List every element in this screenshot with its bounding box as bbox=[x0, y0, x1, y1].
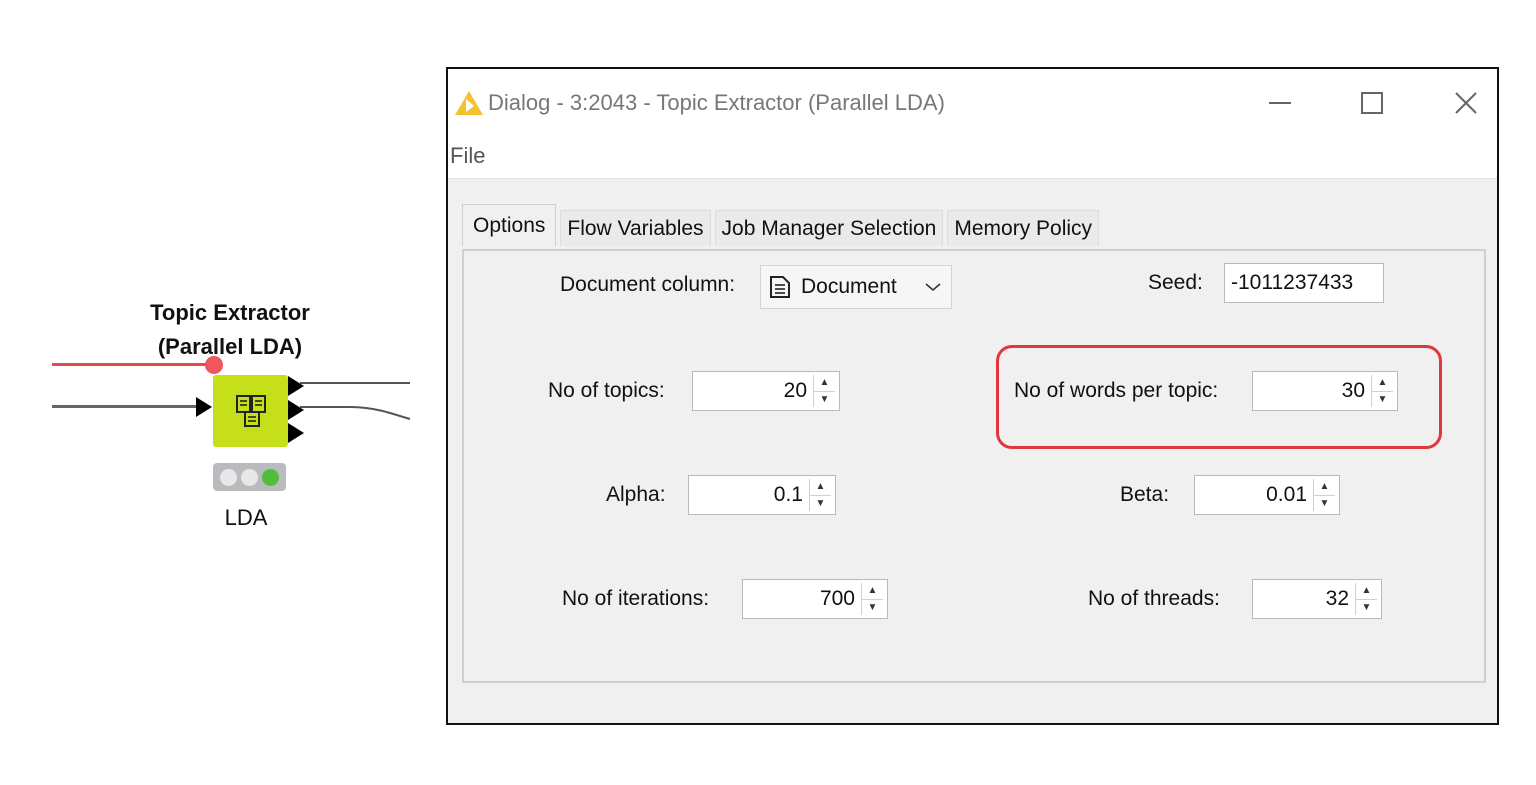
document-column-select[interactable]: Document bbox=[760, 265, 952, 309]
beta-label: Beta: bbox=[1120, 483, 1170, 506]
threads-label: No of threads: bbox=[1088, 587, 1220, 610]
alpha-label: Alpha: bbox=[606, 483, 666, 506]
output-port-3[interactable] bbox=[288, 423, 304, 443]
status-light-yellow bbox=[241, 468, 258, 486]
close-button[interactable] bbox=[1436, 83, 1496, 123]
spin-down-icon[interactable]: ▼ bbox=[862, 598, 883, 616]
input-port[interactable] bbox=[196, 397, 212, 417]
alpha-spinner[interactable]: 0.1 ▲ ▼ bbox=[688, 475, 836, 515]
input-connection-red[interactable] bbox=[52, 363, 214, 366]
beta-spin-buttons[interactable]: ▲ ▼ bbox=[1313, 479, 1335, 511]
iterations-spin-buttons[interactable]: ▲ ▼ bbox=[861, 583, 883, 615]
spin-up-icon[interactable]: ▲ bbox=[862, 583, 883, 599]
threads-spin-buttons[interactable]: ▲ ▼ bbox=[1355, 583, 1377, 615]
threads-spinner[interactable]: 32 ▲ ▼ bbox=[1252, 579, 1382, 619]
minimize-button[interactable] bbox=[1250, 83, 1310, 123]
title-bar[interactable]: Dialog - 3:2043 - Topic Extractor (Paral… bbox=[448, 69, 1497, 135]
node-title-line-2: (Parallel LDA) bbox=[157, 334, 303, 359]
iterations-spinner[interactable]: 700 ▲ ▼ bbox=[742, 579, 888, 619]
node-status-traffic-light bbox=[213, 463, 286, 491]
spin-up-icon[interactable]: ▲ bbox=[814, 375, 835, 391]
topic-extractor-node[interactable] bbox=[213, 375, 288, 447]
maximize-button[interactable] bbox=[1342, 83, 1402, 123]
maximize-icon bbox=[1361, 92, 1383, 114]
menu-file[interactable]: File bbox=[450, 143, 485, 169]
tab-memory-policy[interactable]: Memory Policy bbox=[947, 210, 1100, 246]
connection-handle[interactable] bbox=[205, 356, 223, 374]
iterations-label: No of iterations: bbox=[562, 587, 710, 610]
topics-label: No of topics: bbox=[548, 379, 665, 402]
output-connections[interactable] bbox=[300, 370, 412, 430]
seed-label: Seed: bbox=[1148, 271, 1203, 294]
tab-flow-variables[interactable]: Flow Variables bbox=[560, 210, 711, 246]
workflow-node-area: Topic Extractor (Parallel LDA) LDA bbox=[0, 0, 440, 785]
output-port-2[interactable] bbox=[288, 400, 304, 420]
seed-value: -1011237433 bbox=[1231, 271, 1354, 294]
status-light-green bbox=[262, 468, 279, 486]
output-port-1[interactable] bbox=[288, 376, 304, 396]
topics-spin-buttons[interactable]: ▲ ▼ bbox=[813, 375, 835, 407]
menu-bar bbox=[448, 135, 1497, 179]
input-connection[interactable] bbox=[52, 405, 198, 408]
tab-job-manager-selection[interactable]: Job Manager Selection bbox=[714, 210, 944, 246]
spin-down-icon[interactable]: ▼ bbox=[810, 494, 831, 512]
options-panel: Document column: Document Seed: -1011237… bbox=[462, 249, 1486, 683]
spin-up-icon[interactable]: ▲ bbox=[1356, 583, 1377, 599]
beta-value: 0.01 bbox=[1266, 483, 1307, 506]
window-title: Dialog - 3:2043 - Topic Extractor (Paral… bbox=[488, 90, 945, 115]
threads-value: 32 bbox=[1325, 587, 1349, 610]
topics-value: 20 bbox=[783, 379, 807, 402]
seed-input[interactable]: -1011237433 bbox=[1224, 263, 1384, 303]
node-label[interactable]: LDA bbox=[186, 505, 306, 531]
spin-up-icon[interactable]: ▲ bbox=[1314, 479, 1335, 495]
minimize-icon bbox=[1269, 102, 1291, 104]
node-title: Topic Extractor (Parallel LDA) bbox=[110, 296, 350, 364]
spin-down-icon[interactable]: ▼ bbox=[1356, 598, 1377, 616]
spin-down-icon[interactable]: ▼ bbox=[1314, 494, 1335, 512]
topics-spinner[interactable]: 20 ▲ ▼ bbox=[692, 371, 840, 411]
alpha-value: 0.1 bbox=[773, 483, 803, 506]
chevron-down-icon bbox=[925, 283, 941, 292]
dialog-window: Dialog - 3:2043 - Topic Extractor (Paral… bbox=[446, 67, 1499, 725]
alpha-spin-buttons[interactable]: ▲ ▼ bbox=[809, 479, 831, 511]
topic-extractor-icon bbox=[235, 395, 266, 427]
iterations-value: 700 bbox=[819, 587, 855, 610]
close-icon bbox=[1455, 92, 1477, 114]
document-column-value: Document bbox=[801, 275, 897, 298]
tab-bar: Options Flow Variables Job Manager Selec… bbox=[462, 204, 1103, 246]
spin-up-icon[interactable]: ▲ bbox=[810, 479, 831, 495]
tab-options[interactable]: Options bbox=[462, 204, 557, 246]
words-per-topic-highlight bbox=[996, 345, 1442, 449]
document-icon bbox=[770, 276, 790, 298]
beta-spinner[interactable]: 0.01 ▲ ▼ bbox=[1194, 475, 1340, 515]
status-light-red bbox=[220, 468, 237, 486]
document-column-label: Document column: bbox=[560, 273, 736, 296]
spin-down-icon[interactable]: ▼ bbox=[814, 390, 835, 408]
knime-warning-icon bbox=[455, 91, 483, 115]
node-title-line-1: Topic Extractor bbox=[150, 300, 310, 325]
